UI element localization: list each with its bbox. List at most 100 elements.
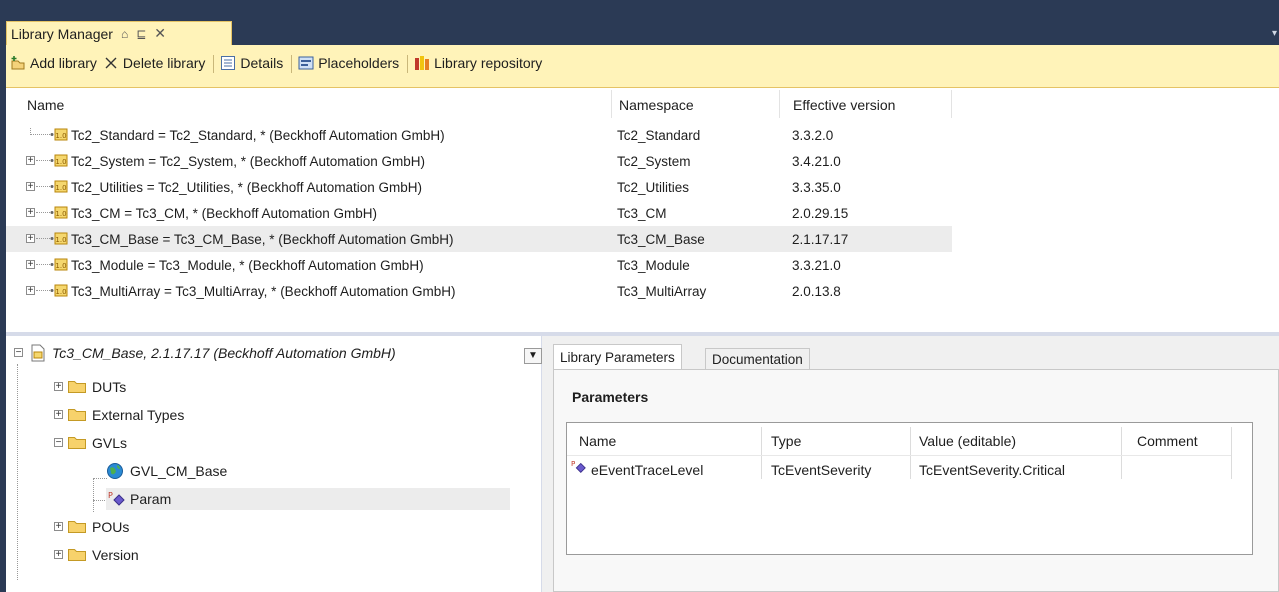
tree-node-label: POUs — [92, 519, 130, 535]
expand-icon[interactable]: + — [54, 522, 63, 532]
svg-text:1.0: 1.0 — [55, 210, 66, 218]
expand-icon[interactable]: + — [26, 156, 35, 166]
column-header-version[interactable]: Effective version — [793, 97, 895, 113]
library-namespace: Tc3_MultiArray — [617, 283, 707, 299]
collapse-icon[interactable]: − — [14, 348, 23, 358]
expand-icon[interactable]: + — [54, 410, 63, 420]
toolbar-separator — [213, 55, 215, 73]
expand-icon[interactable]: + — [54, 550, 63, 560]
tree-line — [93, 478, 107, 479]
tree-line — [36, 264, 50, 265]
library-name: Tc3_CM = Tc3_CM, * (Beckhoff Automation … — [71, 205, 377, 221]
details-button[interactable]: Details — [220, 55, 283, 71]
delete-library-label: Delete library — [122, 55, 206, 71]
library-row[interactable]: + 1.0 Tc2_Utilities = Tc2_Utilities, * (… — [6, 174, 952, 200]
library-selector-combo[interactable]: − Tc3_CM_Base, 2.1.17.17 (Beckhoff Autom… — [12, 342, 542, 364]
column-divider[interactable] — [761, 427, 762, 479]
library-repository-label: Library repository — [434, 55, 543, 71]
library-version: 3.3.21.0 — [792, 257, 841, 273]
grid-header-name[interactable]: Name — [579, 433, 616, 449]
details-label: Details — [240, 55, 284, 71]
grid-header-value[interactable]: Value (editable) — [919, 433, 1016, 449]
library-root-label: Tc3_CM_Base, 2.1.17.17 (Beckhoff Automat… — [52, 345, 396, 361]
library-repository-button[interactable]: Library repository — [414, 55, 542, 71]
library-detail-pane: Library Parameters Documentation Paramet… — [542, 336, 1279, 592]
parameter-value-editable[interactable]: TcEventSeverity.Critical — [919, 462, 1065, 478]
parameter-type: TcEventSeverity — [771, 462, 872, 478]
collapse-icon[interactable]: − — [54, 438, 63, 448]
library-list: Name Namespace Effective version 1.0 Tc2… — [6, 88, 1279, 332]
tree-node-param-selected[interactable]: P Param — [106, 488, 510, 510]
add-library-button[interactable]: Add library — [10, 55, 97, 71]
parameter-icon: P — [571, 459, 586, 473]
dropdown-arrow-icon[interactable]: ▼ — [524, 348, 542, 364]
tab-documentation[interactable]: Documentation — [705, 348, 810, 370]
library-name: Tc2_System = Tc2_System, * (Beckhoff Aut… — [71, 153, 426, 169]
expand-icon[interactable]: + — [26, 286, 35, 296]
column-divider[interactable] — [951, 90, 952, 118]
library-row-selected[interactable]: + 1.0 Tc3_CM_Base = Tc3_CM_Base, * (Beck… — [6, 226, 952, 252]
column-divider[interactable] — [910, 427, 911, 479]
library-reference-icon: 1.0 — [50, 206, 68, 219]
tree-line — [36, 186, 50, 187]
parameter-icon: P — [108, 491, 125, 506]
svg-text:P: P — [108, 491, 113, 500]
library-version: 3.4.21.0 — [792, 153, 841, 169]
folder-icon — [68, 521, 86, 533]
window-position-dropdown-icon[interactable]: ▾ — [1272, 28, 1277, 39]
library-reference-icon: 1.0 — [50, 154, 68, 167]
library-document-icon — [31, 344, 45, 362]
column-divider[interactable] — [1231, 427, 1232, 479]
details-icon — [221, 56, 236, 70]
expand-icon[interactable]: + — [26, 234, 35, 244]
pin-icon[interactable]: ⌂ — [121, 27, 128, 41]
library-version: 2.0.13.8 — [792, 283, 841, 299]
placeholders-button[interactable]: Placeholders — [298, 55, 399, 71]
close-icon[interactable]: ✕ — [154, 25, 166, 42]
parameters-panel: Parameters Name Type Value (editable) Co… — [553, 369, 1279, 592]
expand-icon[interactable]: + — [54, 382, 63, 392]
svg-text:P: P — [571, 459, 576, 468]
globe-icon — [107, 463, 123, 479]
expand-icon[interactable]: + — [26, 260, 35, 270]
autohide-icon[interactable]: ⊑ — [136, 27, 146, 41]
parameters-grid: Name Type Value (editable) Comment P eEv… — [566, 422, 1253, 555]
folder-icon — [68, 381, 86, 393]
library-reference-icon: 1.0 — [50, 128, 68, 141]
library-manager-tab[interactable]: Library Manager ⌂ ⊑ ✕ — [6, 21, 232, 45]
grid-header-type[interactable]: Type — [771, 433, 801, 449]
folder-icon — [68, 409, 86, 421]
svg-text:1.0: 1.0 — [55, 236, 66, 244]
library-name: Tc3_Module = Tc3_Module, * (Beckhoff Aut… — [71, 257, 424, 273]
expand-icon[interactable]: + — [26, 182, 35, 192]
folder-icon — [68, 549, 86, 561]
tree-line — [36, 238, 50, 239]
tree-node-label: DUTs — [92, 379, 127, 395]
library-namespace: Tc2_Standard — [617, 127, 701, 143]
library-row[interactable]: + 1.0 Tc2_System = Tc2_System, * (Beckho… — [6, 148, 952, 174]
parameter-name: eEventTraceLevel — [591, 462, 704, 478]
column-divider[interactable] — [611, 90, 612, 118]
delete-library-button[interactable]: Delete library — [103, 55, 205, 71]
delete-icon — [105, 57, 117, 69]
library-row[interactable]: + 1.0 Tc3_CM = Tc3_CM, * (Beckhoff Autom… — [6, 200, 952, 226]
column-header-namespace[interactable]: Namespace — [619, 97, 694, 113]
library-row[interactable]: + 1.0 Tc3_Module = Tc3_Module, * (Beckho… — [6, 252, 952, 278]
add-library-icon — [11, 56, 25, 70]
library-namespace: Tc2_Utilities — [617, 179, 690, 195]
tab-library-parameters[interactable]: Library Parameters — [553, 344, 682, 370]
column-divider[interactable] — [1121, 427, 1122, 479]
open-folder-icon — [68, 437, 86, 449]
expand-icon[interactable]: + — [26, 208, 35, 218]
library-namespace: Tc3_CM_Base — [617, 231, 705, 247]
grid-row-divider — [567, 455, 1231, 456]
tree-node-label: GVLs — [92, 435, 128, 451]
library-row[interactable]: + 1.0 Tc3_MultiArray = Tc3_MultiArray, *… — [6, 278, 952, 304]
tree-line — [30, 134, 50, 135]
library-name: Tc2_Standard = Tc2_Standard, * (Beckhoff… — [71, 127, 445, 143]
column-header-name[interactable]: Name — [27, 97, 64, 113]
toolbar: Add library Delete library Details Place… — [6, 45, 1279, 88]
library-row[interactable]: 1.0 Tc2_Standard = Tc2_Standard, * (Beck… — [6, 122, 952, 148]
grid-header-comment[interactable]: Comment — [1137, 433, 1198, 449]
column-divider[interactable] — [779, 90, 780, 118]
